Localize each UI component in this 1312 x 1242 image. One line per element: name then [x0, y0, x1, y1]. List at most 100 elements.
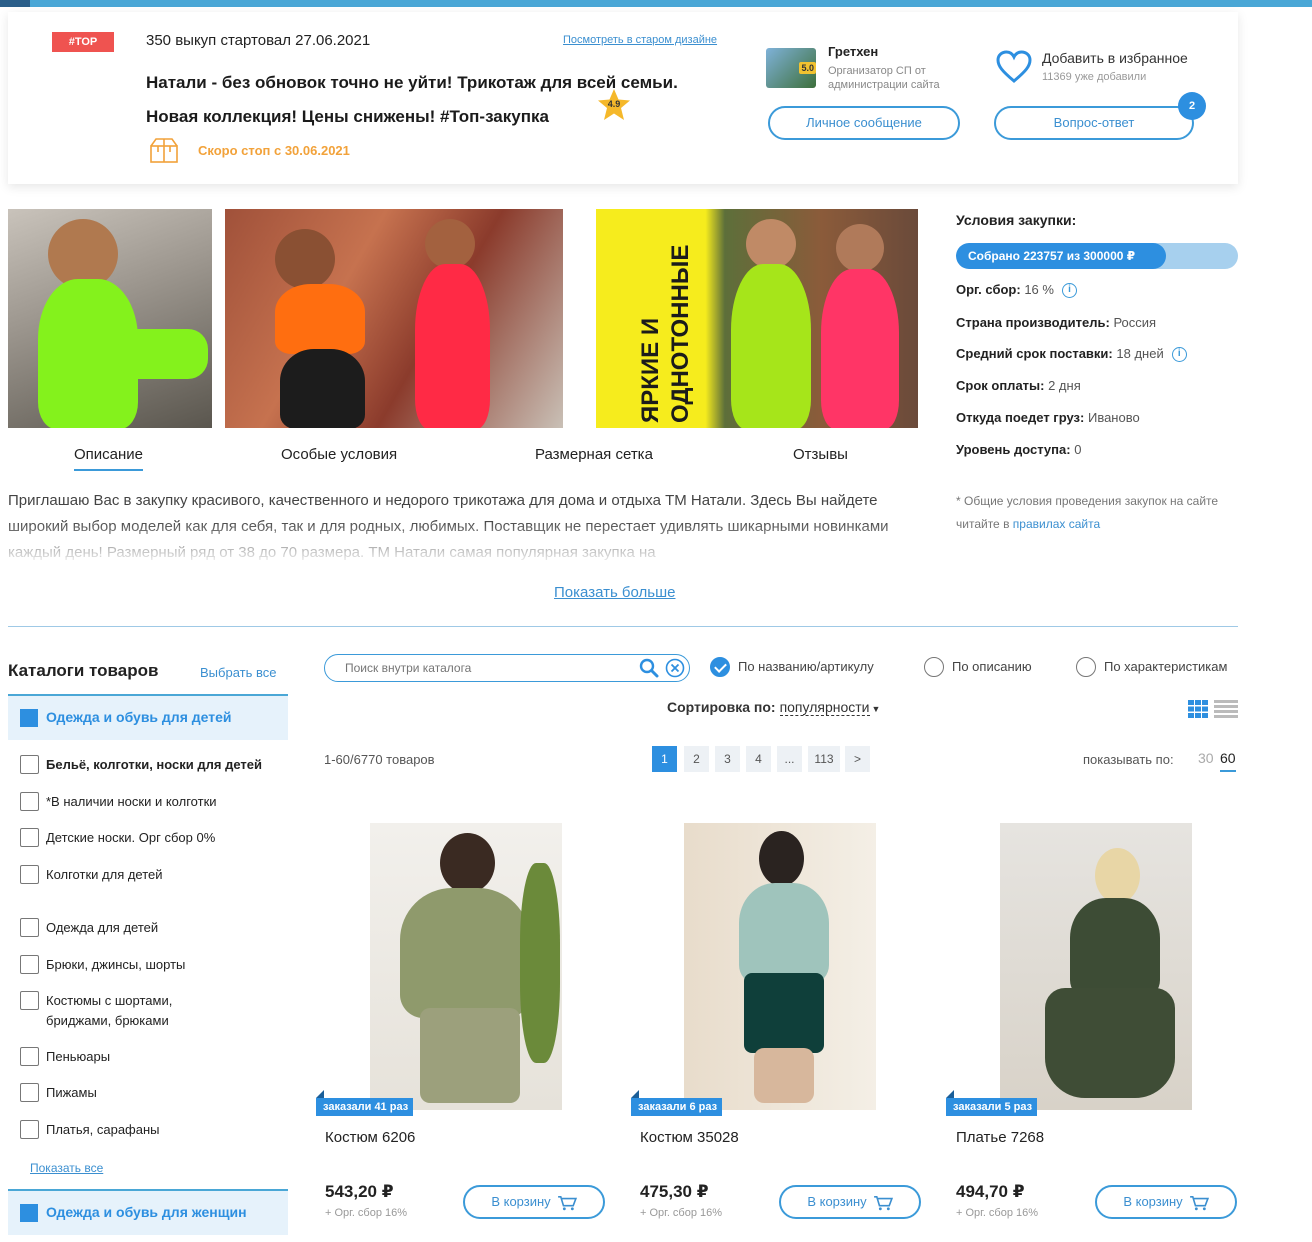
gallery-photo-3[interactable]: ЯРКИЕ И ОДНОТОННЫЕ: [596, 209, 918, 428]
gallery-photo-1[interactable]: [8, 209, 212, 428]
product-name[interactable]: Костюм 6206: [325, 1129, 415, 1146]
checkbox[interactable]: [20, 792, 39, 811]
purchase-title-line1: Натали - без обновок точно не уйти! Трик…: [146, 73, 678, 92]
qa-count-badge: 2: [1178, 92, 1206, 120]
group-checkbox-checked[interactable]: [20, 1204, 38, 1222]
organizer-avatar[interactable]: 5.0: [766, 48, 816, 88]
orders-badge: заказали 6 раз: [631, 1090, 723, 1116]
page-ellipsis: ...: [777, 746, 802, 772]
tab-size-chart[interactable]: Размерная сетка: [535, 446, 653, 463]
checkbox[interactable]: [20, 1047, 39, 1066]
purchase-rating: 4.9: [607, 99, 621, 109]
organizer-name[interactable]: Гретхен: [828, 44, 878, 59]
radio[interactable]: [1076, 657, 1096, 677]
add-to-cart-button[interactable]: В корзину: [779, 1185, 921, 1219]
orders-badge: заказали 5 раз: [946, 1090, 1038, 1116]
add-to-cart-button[interactable]: В корзину: [463, 1185, 605, 1219]
info-icon[interactable]: i: [1061, 283, 1077, 299]
sort-label: Сортировка по:: [667, 699, 776, 715]
product-image[interactable]: [1000, 823, 1192, 1110]
clear-icon[interactable]: [665, 658, 685, 678]
page-next[interactable]: >: [845, 746, 870, 772]
sort-value[interactable]: популярности: [779, 699, 870, 716]
condition-access-level: Уровень доступа: 0: [956, 442, 1082, 457]
page-1[interactable]: 1: [652, 746, 677, 772]
checkbox[interactable]: [20, 955, 39, 974]
purchase-header-card: #TOP 350 выкуп стартовал 27.06.2021 Посм…: [8, 12, 1238, 184]
rating-star-icon: 4.9: [597, 88, 631, 122]
page-3[interactable]: 3: [715, 746, 740, 772]
purchase-title: Натали - без обновок точно не уйти! Трик…: [146, 66, 766, 134]
condition-payment-term: Срок оплаты: 2 дня: [956, 378, 1081, 393]
purchase-title-line2: Новая коллекция! Цены снижены! #Топ-заку…: [146, 107, 549, 126]
add-favorite-link[interactable]: Добавить в избранное: [1042, 50, 1188, 66]
search-icon[interactable]: [639, 658, 659, 678]
show-all-link[interactable]: Показать все: [30, 1161, 103, 1175]
per-page-60[interactable]: 60: [1220, 750, 1236, 772]
condition-org-fee: Орг. сбор: 16 % i: [956, 282, 1077, 299]
per-page-label: показывать по:: [1083, 752, 1174, 767]
conditions-title: Условия закупки:: [956, 212, 1077, 228]
list-view-icon[interactable]: [1214, 700, 1238, 718]
qa-button[interactable]: Вопрос-ответ: [994, 106, 1194, 140]
add-to-cart-button[interactable]: В корзину: [1095, 1185, 1237, 1219]
checkbox[interactable]: [20, 865, 39, 884]
checkbox[interactable]: [20, 918, 39, 937]
cart-icon: [1189, 1195, 1209, 1210]
checkbox[interactable]: [20, 1083, 39, 1102]
product-image[interactable]: [684, 823, 876, 1110]
private-message-button[interactable]: Личное сообщение: [768, 106, 960, 140]
cart-icon: [557, 1195, 577, 1210]
catalog-search[interactable]: [324, 654, 690, 682]
tab-reviews[interactable]: Отзывы: [793, 446, 848, 463]
heart-icon[interactable]: [996, 50, 1032, 84]
description-fade: [8, 520, 898, 566]
tab-description[interactable]: Описание: [74, 446, 144, 471]
group-checkbox-checked[interactable]: [20, 709, 38, 727]
catalog-group-women[interactable]: Одежда и обувь для женщин: [8, 1189, 288, 1235]
section-divider: [8, 626, 1238, 627]
radio[interactable]: [924, 657, 944, 677]
page-113[interactable]: 113: [808, 746, 840, 772]
organizer-rating: 5.0: [799, 62, 816, 74]
product-count: 1-60/6770 товаров: [324, 752, 435, 767]
product-price: 475,30 ₽: [640, 1182, 709, 1201]
page-4[interactable]: 4: [746, 746, 771, 772]
orders-badge: заказали 41 раз: [316, 1090, 414, 1116]
product-fee: + Орг. сбор 16%: [956, 1207, 1039, 1219]
checkbox[interactable]: [20, 828, 39, 847]
banner-text: ЯРКИЕ И ОДНОТОННЫЕ: [637, 244, 694, 423]
checkbox[interactable]: [20, 1120, 39, 1139]
tab-special-conditions[interactable]: Особые условия: [281, 446, 397, 463]
site-rules-link[interactable]: правилах сайта: [1013, 517, 1100, 531]
page-2[interactable]: 2: [684, 746, 709, 772]
product-name[interactable]: Костюм 35028: [640, 1129, 739, 1146]
checkbox[interactable]: [20, 755, 39, 774]
top-badge: #TOP: [52, 32, 114, 52]
cart-icon: [873, 1195, 893, 1210]
sort-control[interactable]: Сортировка по: популярности ▼: [667, 699, 881, 716]
select-all-link[interactable]: Выбрать все: [200, 665, 276, 680]
collection-progress-text: Собрано 223757 из 300000 ₽: [968, 249, 1136, 263]
collection-progress-bar: Собрано 223757 из 300000 ₽: [956, 243, 1238, 269]
condition-country: Страна производитель: Россия: [956, 315, 1157, 330]
condition-delivery-time: Средний срок поставки: 18 дней i: [956, 346, 1187, 363]
catalog-title: Каталоги товаров: [8, 661, 159, 680]
box-icon: [148, 136, 180, 164]
caret-down-icon[interactable]: ▼: [872, 704, 881, 714]
per-page-30[interactable]: 30: [1198, 750, 1214, 766]
product-image[interactable]: [370, 823, 562, 1110]
gallery-photo-2[interactable]: [225, 209, 563, 428]
conditions-note: * Общие условия проведения закупок на са…: [956, 494, 1219, 531]
catalog-group-children[interactable]: Одежда и обувь для детей: [8, 694, 288, 740]
favorite-count: 11369 уже добавили: [1042, 71, 1147, 83]
product-name[interactable]: Платье 7268: [956, 1129, 1044, 1146]
show-more-link[interactable]: Показать больше: [554, 584, 675, 601]
info-icon[interactable]: i: [1171, 347, 1187, 363]
radio-checked[interactable]: [710, 657, 730, 677]
product-fee: + Орг. сбор 16%: [640, 1207, 723, 1219]
grid-view-icon[interactable]: [1188, 700, 1208, 718]
catalog-search-input[interactable]: [345, 659, 635, 677]
checkbox[interactable]: [20, 991, 39, 1010]
old-design-link[interactable]: Посмотреть в старом дизайне: [563, 34, 717, 46]
